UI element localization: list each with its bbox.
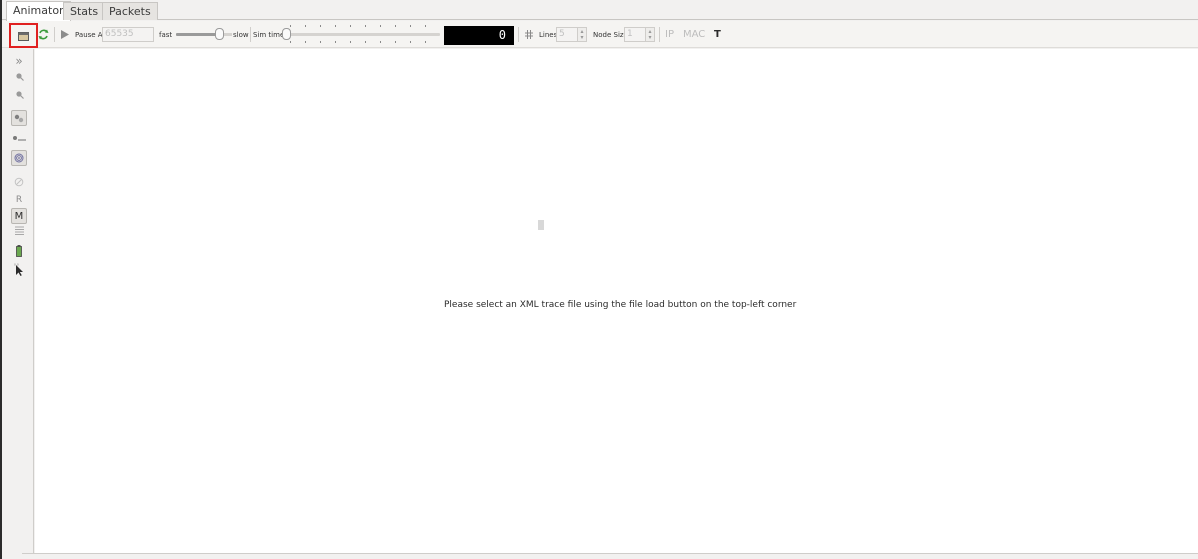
bottom-panel-edge: [22, 553, 1198, 559]
toolbar-separator: [518, 27, 519, 42]
disable-button[interactable]: [11, 174, 27, 190]
toolbar-separator: [54, 27, 55, 42]
grid-button[interactable]: [525, 21, 533, 48]
sim-time-ticks-bottom: [290, 41, 440, 43]
tab-packets[interactable]: Packets: [102, 2, 158, 20]
battery-icon: [16, 245, 22, 257]
zoom-in-icon: [15, 72, 24, 81]
expand-chevron-icon[interactable]: »: [11, 53, 27, 69]
empty-state-message: Please select an XML trace file using th…: [444, 300, 797, 310]
slow-label: slow: [233, 30, 249, 39]
properties-button[interactable]: [11, 223, 27, 239]
speed-slider-handle[interactable]: [215, 28, 224, 40]
wireless-circles-icon: [14, 153, 24, 163]
file-load-button[interactable]: [9, 23, 38, 48]
cursor-icon: 0,0: [14, 263, 23, 276]
refresh-icon: [38, 29, 49, 40]
fast-label: fast: [159, 30, 173, 39]
list-lines-icon: [14, 226, 24, 235]
left-sidebar: » R M 0,0: [2, 49, 34, 559]
sim-time-slider[interactable]: [282, 25, 442, 45]
mac-toggle[interactable]: MAC: [683, 21, 705, 48]
spin-arrows-icon[interactable]: ▴ ▾: [646, 27, 655, 42]
node-id-icon: [13, 136, 26, 141]
play-button[interactable]: [61, 21, 69, 48]
nodes-icon: [14, 114, 24, 122]
sim-time-display: 0: [444, 26, 514, 45]
speed-slider-rest: [224, 33, 232, 36]
mobility-toggle[interactable]: M: [11, 208, 27, 224]
svg-text:0,0: 0,0: [14, 263, 19, 267]
zoom-out-icon: [15, 90, 24, 99]
spin-arrows-icon[interactable]: ▴ ▾: [578, 27, 587, 42]
toolbar: Pause At 65535 fast slow Sim time 0 Line…: [2, 21, 1198, 48]
routing-toggle[interactable]: R: [11, 192, 27, 208]
pick-cursor-button[interactable]: 0,0: [11, 261, 27, 277]
node-id-toggle[interactable]: [11, 131, 27, 147]
play-icon: [61, 30, 69, 39]
animator-window: Animator Stats Packets Pause At 65535 fa…: [2, 0, 1198, 559]
canvas-placeholder-square: [538, 220, 544, 230]
animation-canvas[interactable]: Please select an XML trace file using th…: [35, 49, 1198, 553]
pause-at-input[interactable]: 65535: [102, 21, 154, 48]
prohibited-icon: [14, 177, 24, 187]
node-size-label: Node Size: [593, 30, 628, 39]
text-toggle[interactable]: T: [714, 21, 721, 48]
zoom-out-button[interactable]: [11, 86, 27, 102]
lines-spinbox[interactable]: 5 ▴ ▾: [556, 21, 587, 48]
toolbar-separator: [250, 27, 251, 42]
folder-icon: [18, 31, 29, 41]
zoom-in-button[interactable]: [11, 68, 27, 84]
sim-time-label: Sim time: [253, 30, 285, 39]
lines-label: Lines: [539, 30, 558, 39]
show-wireless-toggle[interactable]: [11, 150, 27, 166]
toolbar-separator: [659, 27, 660, 42]
pause-at-label: Pause At: [75, 30, 106, 39]
show-nodes-toggle[interactable]: [11, 110, 27, 126]
grid-icon: [525, 30, 533, 39]
reload-button[interactable]: [38, 21, 49, 48]
tab-bar: Animator Stats Packets: [2, 0, 1198, 21]
ip-toggle[interactable]: IP: [665, 21, 674, 48]
tab-stats[interactable]: Stats: [63, 2, 106, 20]
tab-animator[interactable]: Animator: [6, 1, 71, 21]
node-size-spinbox[interactable]: 1 ▴ ▾: [624, 21, 655, 48]
battery-button[interactable]: [11, 243, 27, 259]
